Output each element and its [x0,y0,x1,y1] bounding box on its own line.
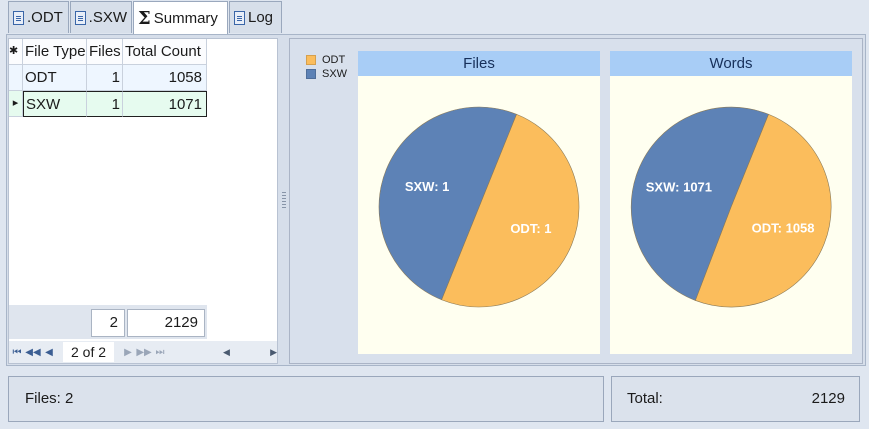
column-header-files[interactable]: Files [87,39,123,65]
status-total-label: Total: [627,390,663,407]
status-total-panel: Total: 2129 [611,376,860,422]
current-row-marker: ▸ [9,91,23,117]
scroll-left-icon[interactable]: ◀ [223,347,230,358]
tab-summary-label: Summary [153,10,218,27]
cell-total-count[interactable]: 1058 [123,65,207,91]
cell-files[interactable]: 1 [87,65,123,91]
tab-log-label: Log [248,9,274,26]
table-row[interactable]: ODT 1 1058 [9,65,207,91]
next-page-icon[interactable]: ▶▶ [136,347,152,358]
legend-label-sxw: SXW [322,68,348,80]
cell-file-type[interactable]: ODT [23,65,87,91]
legend-swatch-odt [306,55,316,65]
legend-item-odt: ODT [306,53,347,67]
row-marker [9,65,23,91]
pie-label-sxw: SXW: 1071 [646,180,712,195]
tab-summary[interactable]: Σ Summary [133,1,228,35]
previous-record-icon[interactable]: ◀ [41,347,57,358]
files-pie-chart: Files ODT: 1 SXW: 1 [358,51,600,354]
cell-file-type[interactable]: SXW [23,91,87,117]
column-header-file-type[interactable]: File Type [23,39,87,65]
summary-grid[interactable]: ✱ File Type Files Total Count ODT 1 1058… [8,38,278,364]
horizontal-scrollbar[interactable]: ◀ ▶ [223,341,277,363]
tab-odt[interactable]: .ODT [8,1,69,33]
previous-page-icon[interactable]: ◀◀ [25,347,41,358]
legend-label-odt: ODT [322,54,346,66]
scroll-right-icon[interactable]: ▶ [270,347,277,358]
chart-title-files: Files [358,51,600,76]
legend-item-sxw: SXW [306,67,347,81]
pie-label-odt: ODT: 1058 [752,221,815,236]
footer-files-total: 2 [91,309,125,337]
tab-bar: .ODT .SXW Σ Summary Log [0,0,869,35]
grid-header-row: ✱ File Type Files Total Count [9,39,207,65]
last-record-icon[interactable]: ⏭ [152,347,168,358]
tab-sxw[interactable]: .SXW [70,1,132,33]
first-record-icon[interactable]: ⏮ [9,347,25,358]
splitter-grip[interactable] [282,192,286,210]
status-files: Files: 2 [8,376,604,422]
document-icon [234,10,245,25]
document-icon [13,10,24,25]
new-row-marker: ✱ [9,39,23,65]
next-record-icon[interactable]: ▶ [120,347,136,358]
status-bar: Files: 2 Total: 2129 [0,370,869,429]
sigma-icon: Σ [138,8,151,29]
grid-footer: 2 2129 [9,305,207,339]
column-header-total-count[interactable]: Total Count [123,39,207,65]
document-icon [75,10,86,25]
words-pie-svg: ODT: 1058 SXW: 1071 [630,106,832,308]
pie-label-sxw: SXW: 1 [405,179,450,194]
legend-swatch-sxw [306,69,316,79]
tab-sxw-label: .SXW [88,9,127,26]
tab-log[interactable]: Log [229,1,282,33]
words-pie-chart: Words ODT: 1058 SXW: 1071 [610,51,852,354]
tab-odt-label: .ODT [27,9,63,26]
chart-legend: ODT SXW [306,53,347,81]
pie-label-odt: ODT: 1 [510,221,551,236]
record-position: 2 of 2 [63,342,115,362]
cell-total-count[interactable]: 1071 [123,91,207,117]
table-row[interactable]: ▸ SXW 1 1071 [9,91,207,117]
footer-count-total: 2129 [127,309,205,337]
cell-files[interactable]: 1 [87,91,123,117]
status-total-value: 2129 [811,390,845,407]
chart-area: ODT SXW Files ODT: 1 SXW: 1 Words ODT: 10… [289,38,863,364]
files-pie-svg: ODT: 1 SXW: 1 [378,106,580,308]
chart-title-words: Words [610,51,852,76]
